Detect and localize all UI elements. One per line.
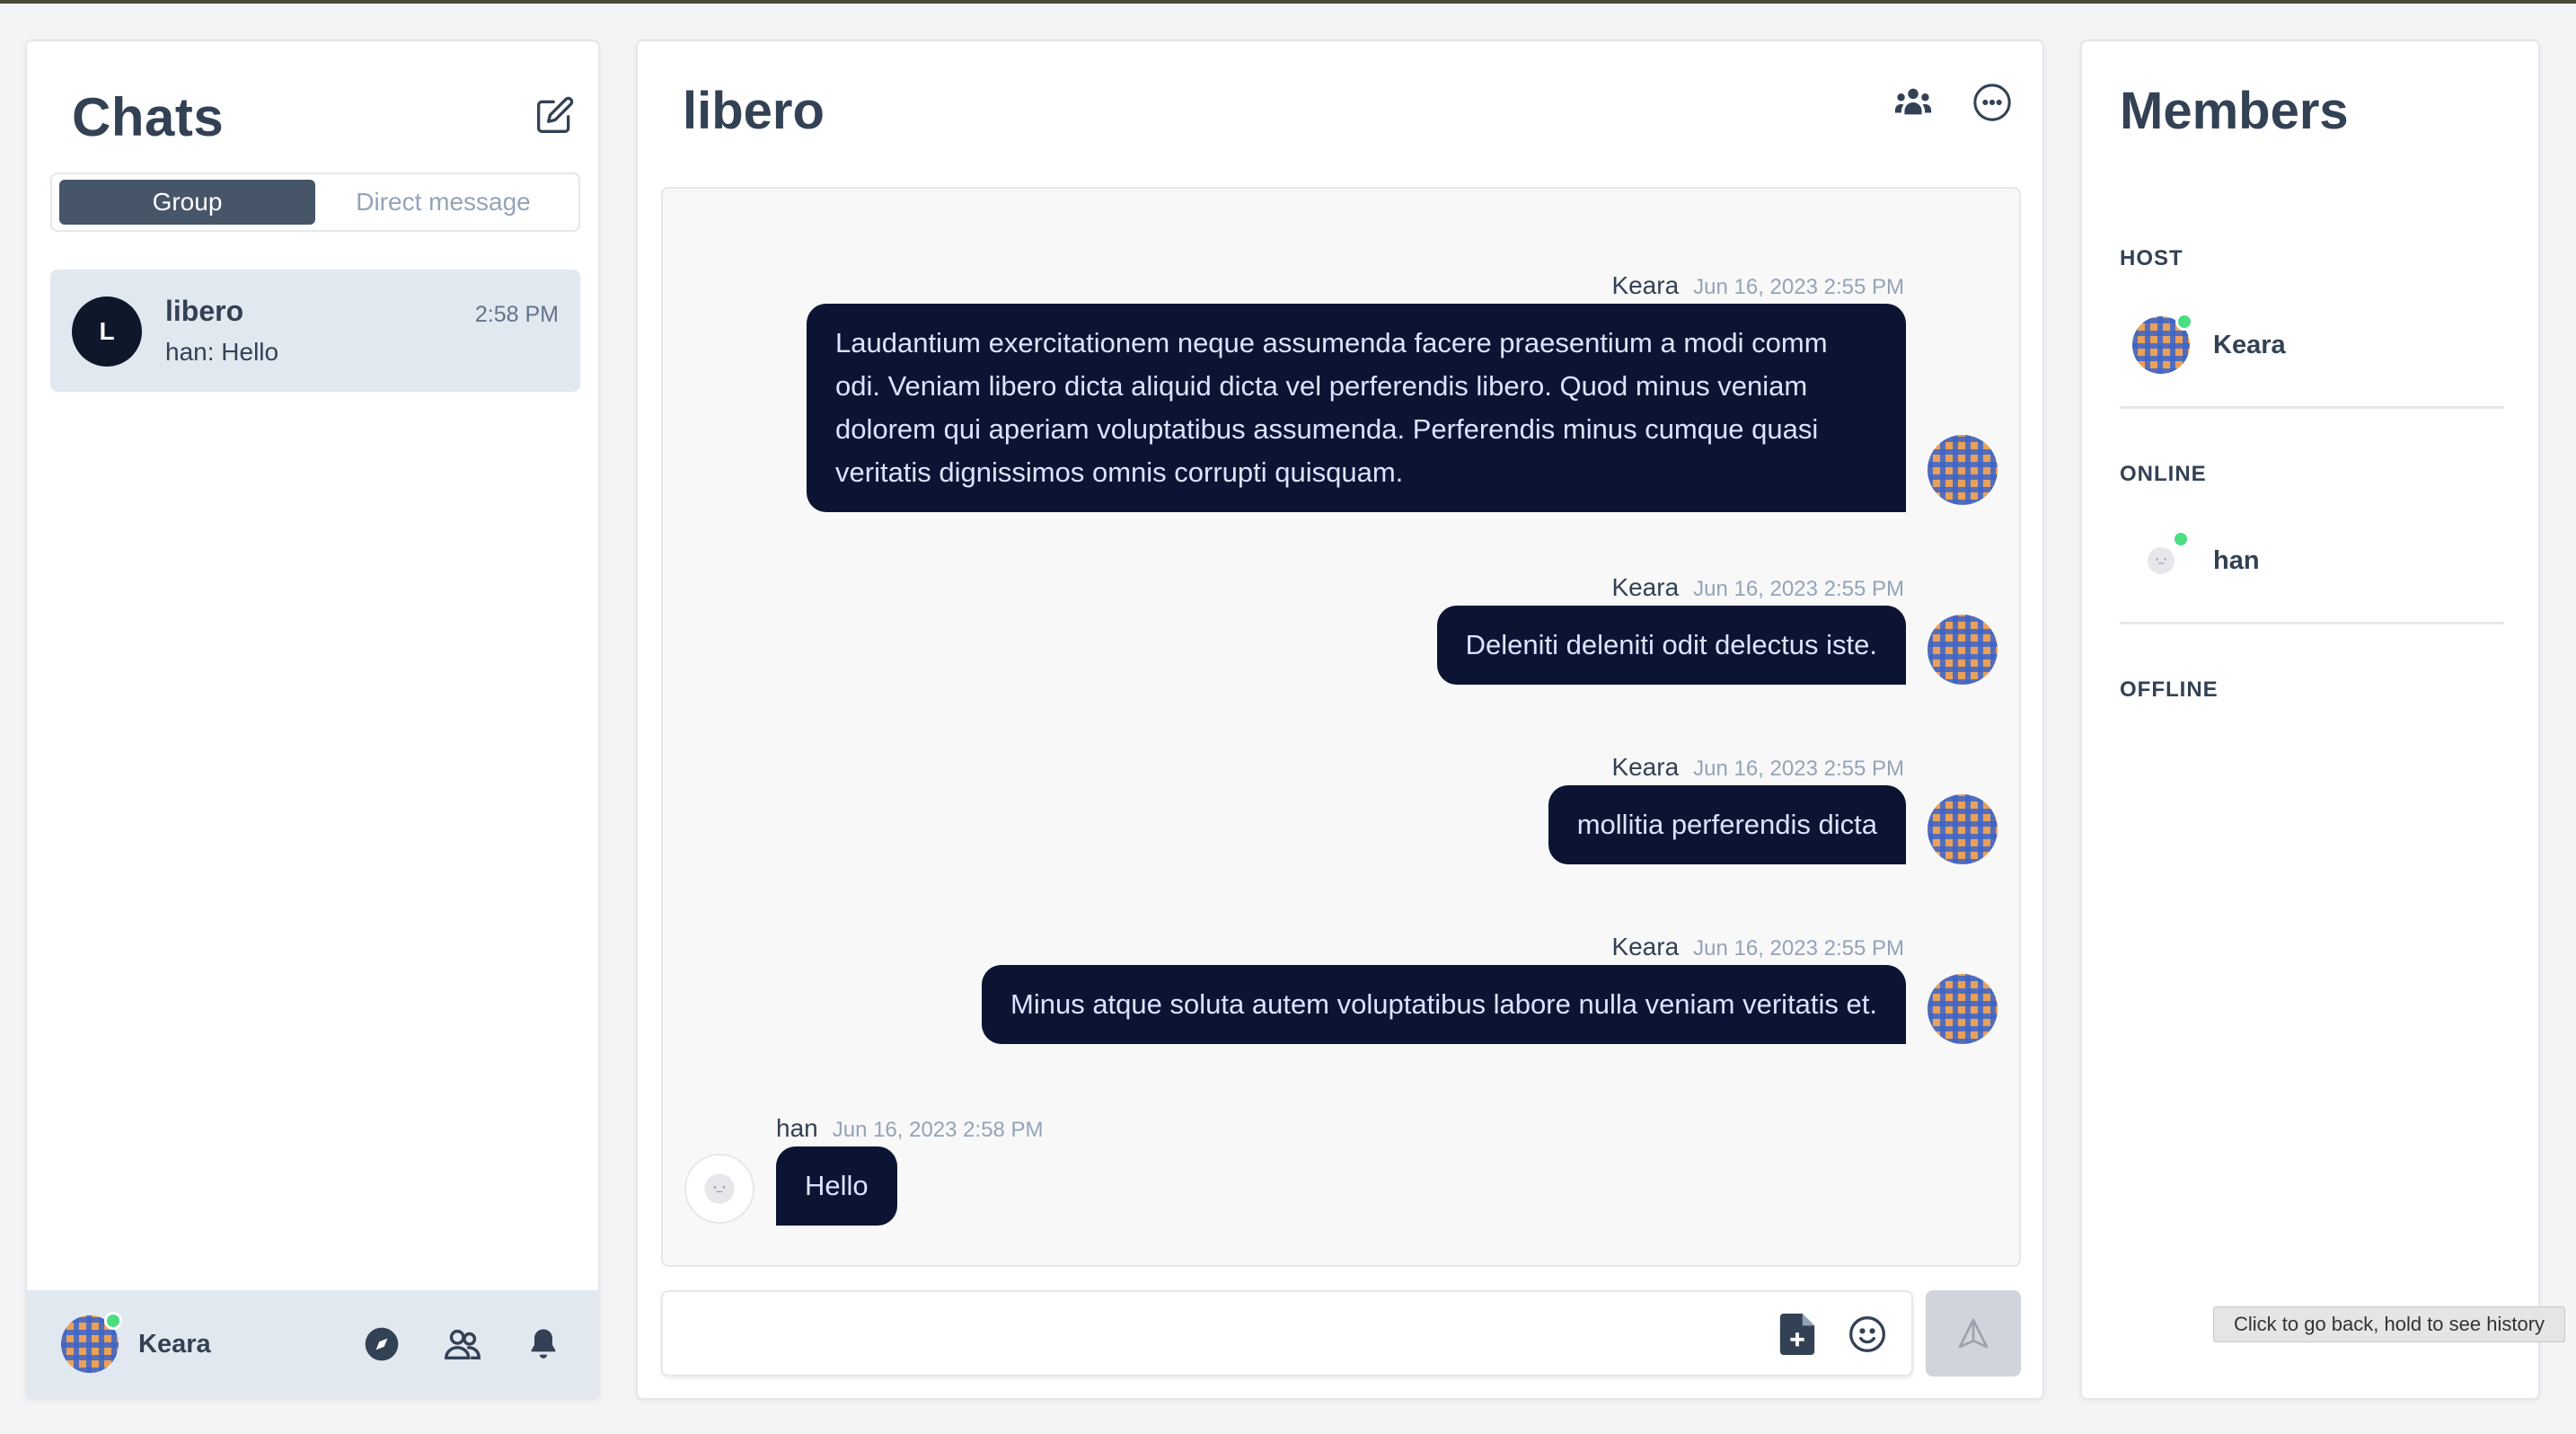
members-panel: Members HOST Keara ONLINE han OFFLINE [2080, 40, 2540, 1400]
attach-file-button[interactable] [1777, 1314, 1818, 1355]
file-add-icon [1779, 1314, 1815, 1355]
member-keara[interactable]: Keara [2132, 313, 2286, 374]
compass-icon [365, 1327, 399, 1361]
member-han[interactable]: han [2132, 530, 2260, 589]
chat-type-tabs: Group Direct message [50, 173, 580, 232]
message-bubble: mollitia perferendis dicta [1548, 785, 1906, 864]
message-meta: Keara Jun 16, 2023 2:55 PM [1611, 753, 1904, 782]
message-time: Jun 16, 2023 2:58 PM [832, 1118, 1044, 1142]
notifications-button[interactable] [523, 1323, 564, 1365]
avatar-face-icon [704, 1173, 735, 1204]
message-author: Keara [1611, 573, 1680, 601]
send-icon [1958, 1318, 1989, 1349]
message-bubble: Hello [776, 1146, 897, 1226]
message-bubble: Deleniti deleniti odit delectus iste. [1436, 606, 1906, 685]
message-author: Keara [1611, 753, 1680, 781]
chat-preview: han: Hello [165, 338, 279, 366]
explore-button[interactable] [361, 1323, 402, 1365]
members-toggle-button[interactable] [1892, 81, 1935, 124]
message-avatar [1928, 615, 1998, 685]
user-footer: Keara [27, 1290, 598, 1398]
emoji-button[interactable] [1847, 1314, 1888, 1355]
message-time: Jun 16, 2023 2:55 PM [1693, 275, 1904, 299]
section-divider [2120, 406, 2504, 409]
message-avatar [1928, 435, 1998, 505]
chat-list-item[interactable]: L libero han: Hello 2:58 PM [50, 270, 580, 392]
member-name: han [2213, 545, 2260, 575]
back-button-tooltip: Click to go back, hold to see history [2213, 1306, 2565, 1342]
message-author: Keara [1611, 271, 1680, 299]
online-indicator [2175, 313, 2193, 331]
message-bubble: Laudantium exercitationem neque assumend… [807, 304, 1906, 512]
section-offline-title: OFFLINE [2120, 677, 2219, 702]
tab-group[interactable]: Group [59, 180, 315, 225]
smile-icon [1849, 1316, 1885, 1352]
more-options-button[interactable] [1971, 81, 2014, 124]
message-avatar [1928, 974, 1998, 1044]
online-indicator [104, 1312, 122, 1330]
member-avatar [2132, 530, 2190, 589]
window-top-border [0, 0, 2576, 4]
message-meta: Keara Jun 16, 2023 2:55 PM [1611, 271, 1904, 300]
online-indicator [2172, 530, 2190, 548]
chat-room-panel: libero Keara Jun 16, 2023 2:55 PM Laudan… [636, 40, 2044, 1400]
message-meta: Keara Jun 16, 2023 2:55 PM [1611, 933, 1904, 961]
user-name: Keara [138, 1329, 211, 1359]
section-divider [2120, 622, 2504, 624]
edit-icon [537, 96, 574, 133]
message-bubble: Minus atque soluta autem voluptatibus la… [982, 965, 1906, 1044]
member-avatar [2132, 313, 2193, 374]
bell-icon [531, 1329, 556, 1359]
message-meta: Keara Jun 16, 2023 2:55 PM [1611, 573, 1904, 602]
message-avatar [1928, 794, 1998, 864]
friends-button[interactable] [442, 1323, 483, 1365]
message-time: Jun 16, 2023 2:55 PM [1693, 757, 1904, 781]
message-author: Keara [1611, 933, 1680, 960]
users-icon [445, 1329, 481, 1360]
member-name: Keara [2213, 330, 2286, 359]
chat-name: libero [165, 295, 244, 327]
message-time: Jun 16, 2023 2:55 PM [1693, 577, 1904, 601]
members-title: Members [2120, 82, 2349, 140]
message-composer [661, 1290, 1913, 1376]
user-avatar[interactable] [61, 1312, 122, 1373]
send-button[interactable] [1926, 1290, 2021, 1376]
more-horizontal-circle-icon [1973, 84, 2011, 121]
chat-time: 2:58 PM [474, 302, 559, 327]
message-time: Jun 16, 2023 2:55 PM [1693, 936, 1904, 960]
section-online-title: ONLINE [2120, 462, 2207, 486]
message-author: han [776, 1114, 818, 1142]
message-list[interactable]: Keara Jun 16, 2023 2:55 PM Laudantium ex… [661, 187, 2021, 1267]
new-chat-button[interactable] [528, 88, 582, 142]
message-avatar [684, 1154, 754, 1224]
message-input[interactable] [663, 1292, 1741, 1375]
chats-title: Chats [72, 87, 225, 147]
room-title: libero [683, 82, 825, 140]
message-meta: han Jun 16, 2023 2:58 PM [776, 1114, 1044, 1143]
group-icon [1894, 88, 1932, 115]
chat-avatar: L [72, 297, 142, 367]
section-host-title: HOST [2120, 246, 2183, 270]
chats-sidebar: Chats Group Direct message L libero han:… [25, 40, 600, 1400]
avatar-face-icon [2148, 547, 2175, 574]
tab-direct-message[interactable]: Direct message [315, 180, 571, 225]
